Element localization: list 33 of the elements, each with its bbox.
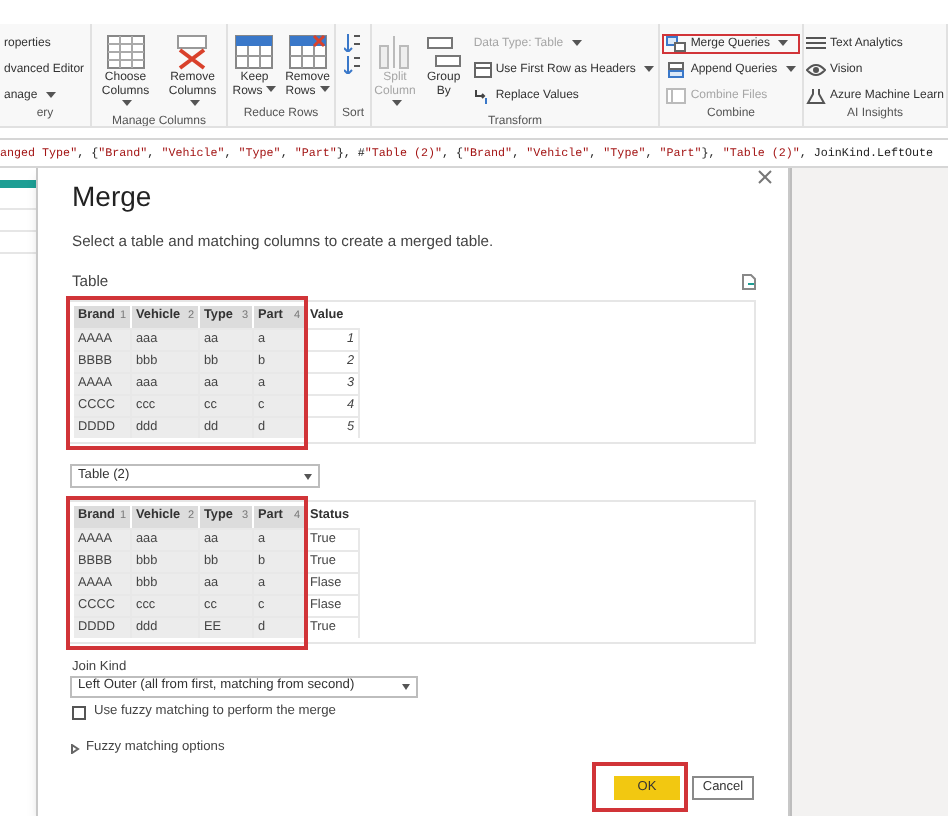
document-icon[interactable] (742, 274, 756, 290)
caret-icon (189, 100, 200, 109)
close-icon[interactable] (758, 170, 772, 184)
sort-descending-icon[interactable] (344, 56, 362, 74)
dialog-title: Merge (70, 182, 154, 210)
caret-icon (778, 40, 788, 48)
caret-icon (122, 100, 133, 109)
chevron-right-icon (70, 743, 80, 753)
table-icon (473, 62, 492, 78)
keep-rows-icon (234, 34, 275, 70)
sort-ascending-icon[interactable] (344, 34, 362, 52)
append-tables-icon (666, 62, 687, 78)
merge-tables-icon (666, 36, 687, 52)
split-column-icon (374, 34, 415, 70)
checkbox[interactable] (72, 705, 86, 719)
group-by-icon (423, 34, 464, 70)
eye-icon (805, 62, 826, 78)
caret-icon (571, 40, 582, 48)
caret-icon (266, 86, 277, 95)
caret-icon (643, 66, 654, 74)
caret-icon (391, 100, 402, 109)
files-icon (666, 88, 687, 104)
caret-icon (785, 66, 796, 74)
flask-icon (805, 88, 826, 104)
remove-columns-icon (172, 34, 213, 70)
caret-icon (304, 473, 312, 479)
replace-icon (473, 88, 492, 104)
text-lines-icon (805, 36, 826, 52)
caret-icon (402, 684, 410, 690)
table-columns-icon (105, 34, 146, 70)
caret-icon (45, 92, 56, 100)
remove-rows-icon (287, 34, 328, 70)
caret-icon (319, 86, 330, 95)
